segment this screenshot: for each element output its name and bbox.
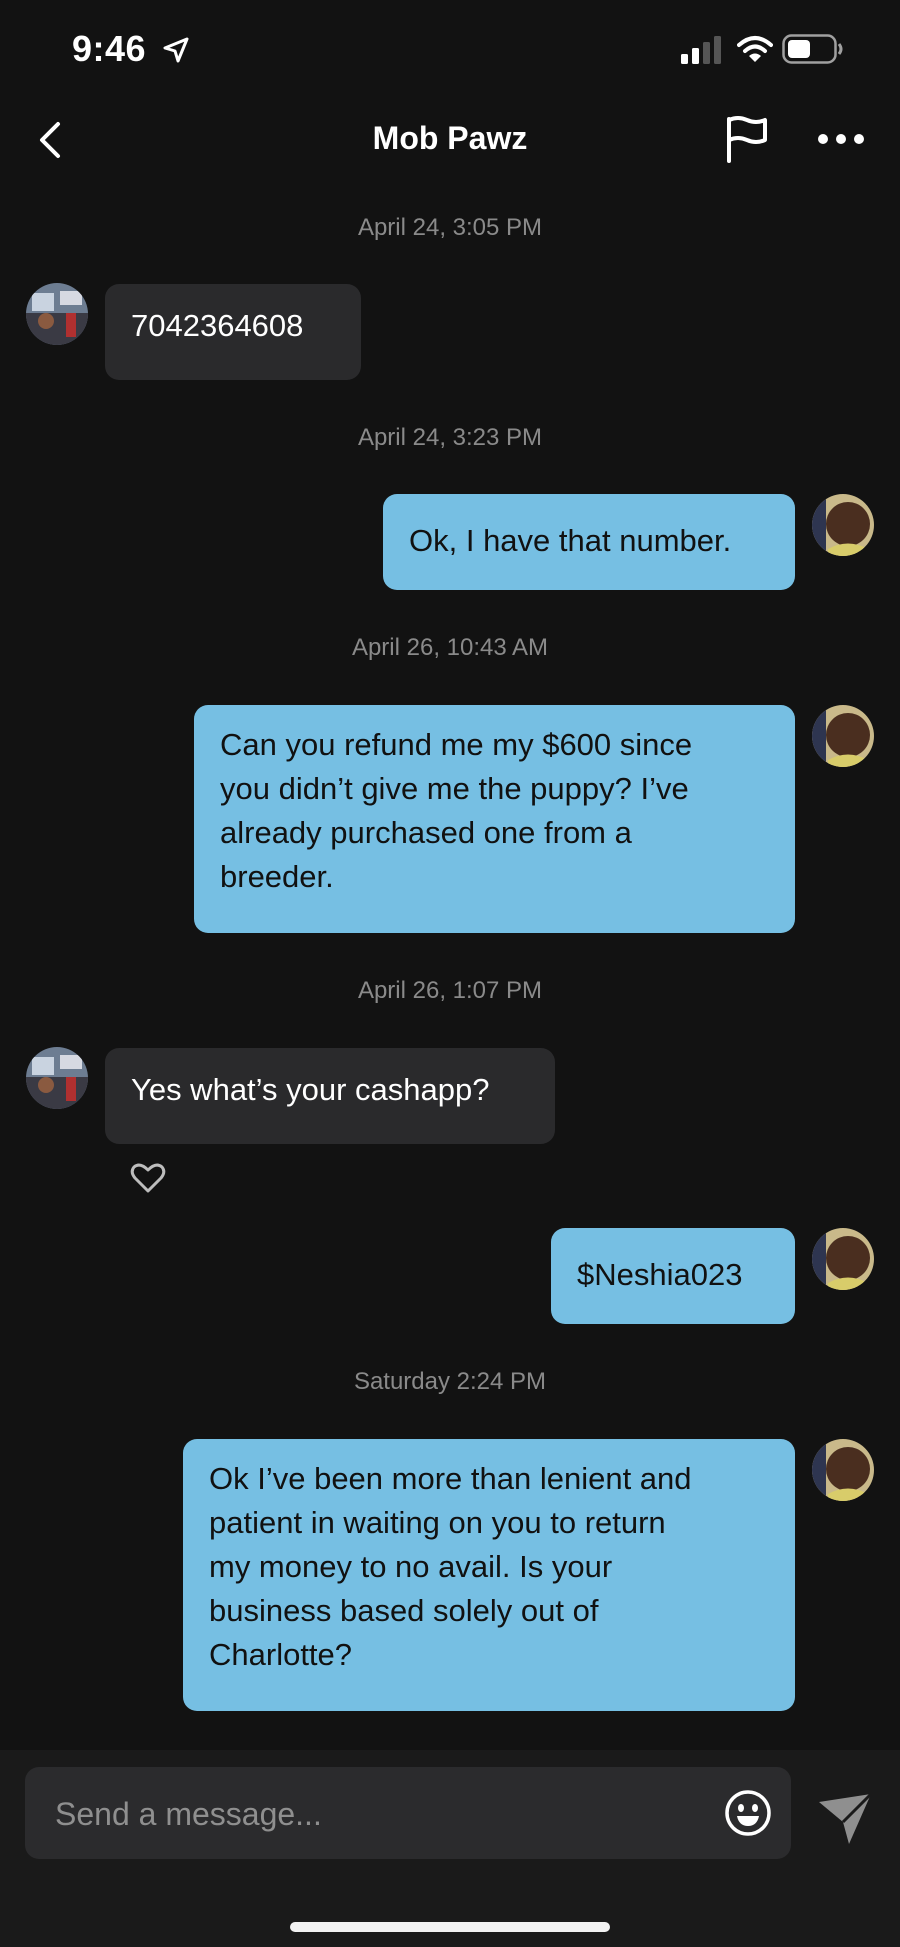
- message-bubble-outgoing[interactable]: $Neshia023: [551, 1228, 795, 1324]
- user-avatar-image: [812, 494, 874, 556]
- message-input[interactable]: [53, 1767, 737, 1861]
- message-composer: [0, 1750, 900, 1947]
- contact-avatar[interactable]: [26, 1047, 88, 1109]
- wifi-icon: [737, 36, 773, 62]
- flag-icon[interactable]: [724, 114, 770, 164]
- message-timestamp: April 26, 10:43 AM: [351, 634, 549, 661]
- message-text-line: you didn’t give me the puppy? I’ve: [220, 771, 689, 806]
- message-bubble-incoming[interactable]: 7042364608: [105, 284, 361, 380]
- heart-icon[interactable]: [130, 1162, 166, 1194]
- message-text-line: my money to no avail. Is your: [209, 1549, 613, 1584]
- message-text: $Neshia023: [577, 1257, 743, 1292]
- message-text-line: Ok I’ve been more than lenient and: [209, 1461, 692, 1496]
- message-timestamp: April 26, 1:07 PM: [357, 977, 543, 1004]
- send-icon[interactable]: [817, 1792, 873, 1846]
- message-text-line: already purchased one from a: [220, 815, 632, 850]
- more-icon[interactable]: [816, 126, 866, 152]
- user-avatar-image: [812, 1228, 874, 1290]
- user-avatar-image: [812, 705, 874, 767]
- user-avatar[interactable]: [812, 494, 874, 556]
- conversation-header: Mob Pawz: [0, 100, 900, 180]
- message-input-container: [25, 1767, 791, 1861]
- message-text: Ok, I have that number.: [409, 523, 732, 558]
- message-text-line: breeder.: [220, 859, 334, 894]
- status-time: 9:46: [72, 28, 147, 69]
- message-text-line: Can you refund me my $600 since: [220, 727, 693, 762]
- message-bubble-outgoing[interactable]: Can you refund me my $600 since you didn…: [194, 705, 795, 933]
- user-avatar[interactable]: [812, 1439, 874, 1501]
- message-text: Yes what’s your cashapp?: [131, 1072, 490, 1107]
- message-bubble-incoming[interactable]: Yes what’s your cashapp?: [105, 1048, 555, 1144]
- message-text: 7042364608: [131, 308, 304, 343]
- contact-avatar-image: [26, 1047, 88, 1109]
- status-bar: 9:46: [0, 0, 900, 100]
- location-arrow-icon: [163, 37, 189, 63]
- message-bubble-outgoing[interactable]: Ok, I have that number.: [383, 494, 795, 590]
- signal-icon: [681, 36, 721, 64]
- message-bubble-outgoing[interactable]: Ok I’ve been more than lenient and patie…: [183, 1439, 795, 1711]
- battery-icon: [782, 34, 843, 64]
- message-timestamp: April 24, 3:23 PM: [357, 424, 543, 451]
- user-avatar[interactable]: [812, 705, 874, 767]
- emoji-icon[interactable]: [724, 1789, 772, 1837]
- contact-avatar[interactable]: [26, 283, 88, 345]
- home-indicator[interactable]: [290, 1922, 610, 1932]
- message-timestamp: Saturday 2:24 PM: [353, 1368, 547, 1395]
- user-avatar[interactable]: [812, 1228, 874, 1290]
- user-avatar-image: [812, 1439, 874, 1501]
- message-text-line: Charlotte?: [209, 1637, 353, 1672]
- contact-avatar-image: [26, 283, 88, 345]
- message-text-line: business based solely out of: [209, 1593, 599, 1628]
- message-text-line: patient in waiting on you to return: [209, 1505, 666, 1540]
- message-timestamp: April 24, 3:05 PM: [357, 214, 543, 241]
